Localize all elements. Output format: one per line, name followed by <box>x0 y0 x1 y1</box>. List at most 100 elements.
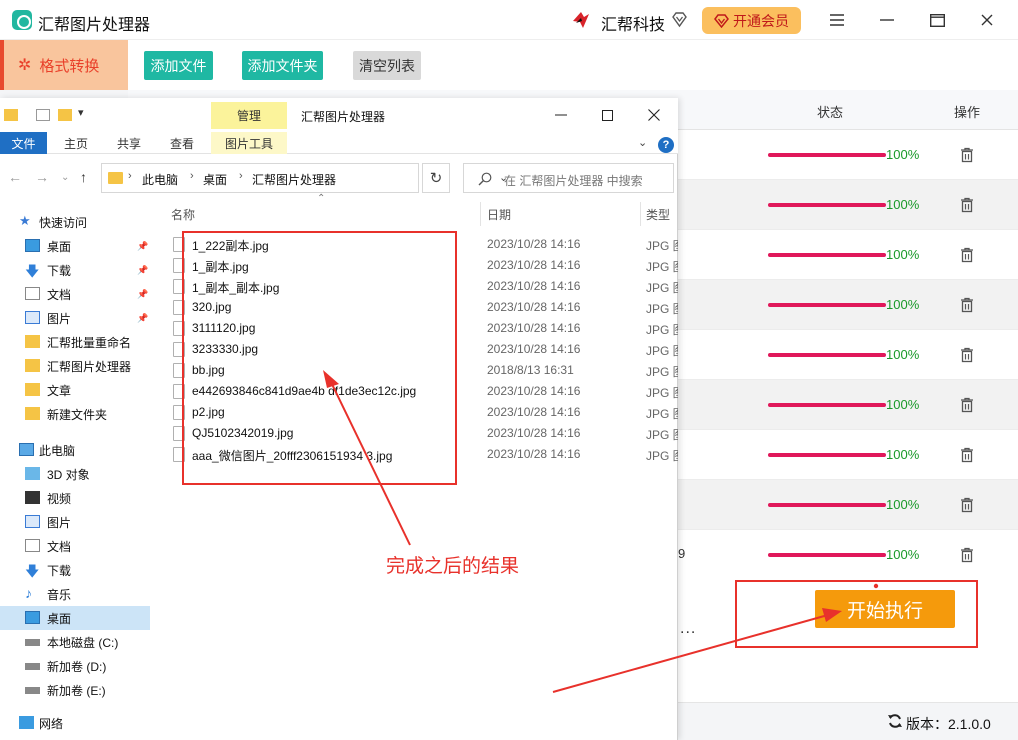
nav-pane-item[interactable]: 本地磁盘 (C:) <box>0 630 150 654</box>
picture-icon <box>25 311 40 324</box>
nav-pane-item[interactable]: 此电脑 <box>0 438 150 462</box>
diamond-icon[interactable] <box>671 11 688 28</box>
folder-icon <box>25 335 40 348</box>
ribbon-tab-file[interactable]: 文件 <box>0 132 47 154</box>
help-icon[interactable]: ? <box>658 137 674 153</box>
nav-pane-item[interactable]: 文档 📌 <box>0 282 150 306</box>
nav-pane-item-label: 快速访问 <box>39 215 88 230</box>
nav-pane-item[interactable]: 桌面 <box>0 606 150 630</box>
add-file-button[interactable]: 添加文件 <box>144 51 213 80</box>
nav-pane-item[interactable]: 文章 <box>0 378 150 402</box>
trash-icon[interactable] <box>960 197 974 213</box>
nav-pane-item[interactable]: 图片 📌 <box>0 306 150 330</box>
ribbon-tab-share[interactable]: 共享 <box>105 132 153 154</box>
document-icon <box>25 287 40 300</box>
maximize-icon[interactable] <box>925 8 949 32</box>
trash-icon[interactable] <box>960 547 974 563</box>
trash-icon[interactable] <box>960 147 974 163</box>
drive-icon <box>25 639 40 646</box>
file-date: 2023/10/28 14:16 <box>487 321 581 335</box>
file-type: JPG 图 <box>646 365 678 379</box>
add-folder-button[interactable]: 添加文件夹 <box>242 51 323 80</box>
trash-icon[interactable] <box>960 297 974 313</box>
nav-pane-item[interactable]: 文档 <box>0 534 150 558</box>
nav-pane-item[interactable]: 3D 对象 <box>0 462 150 486</box>
row-partial-text: 9 <box>678 546 686 561</box>
date-column-header[interactable]: 日期 <box>487 206 511 223</box>
ribbon-expand-icon[interactable]: ⌄ <box>638 136 647 149</box>
breadcrumb-desktop[interactable]: 桌面 <box>203 171 227 188</box>
explorer-refresh-icon[interactable]: ↻ <box>422 163 450 193</box>
forward-arrow-icon[interactable]: → <box>35 169 49 185</box>
column-divider[interactable] <box>640 202 641 226</box>
file-type: JPG 图 <box>646 302 678 316</box>
clear-list-button[interactable]: 清空列表 <box>353 51 421 80</box>
new-folder-icon[interactable] <box>58 109 72 121</box>
back-arrow-icon[interactable]: ← <box>8 169 22 185</box>
nav-pane-item[interactable]: 汇帮图片处理器 <box>0 354 150 378</box>
ribbon-tab-picture-tools[interactable]: 图片工具 <box>211 132 287 154</box>
nav-pane-item[interactable]: 新加卷 (E:) <box>0 678 150 702</box>
file-date: 2023/10/28 14:16 <box>487 426 581 440</box>
file-date: 2023/10/28 14:16 <box>487 384 581 398</box>
search-input[interactable]: 在 汇帮图片处理器 中搜索 <box>463 163 674 193</box>
file-date: 2018/8/13 16:31 <box>487 363 574 377</box>
nav-format-convert[interactable]: ✲ 格式转换 <box>0 40 128 90</box>
file-type: JPG 图 <box>646 281 678 295</box>
nav-pane-item[interactable]: 汇帮批量重命名 <box>0 330 150 354</box>
nav-pane-item[interactable]: ♪ 音乐 <box>0 582 150 606</box>
trash-icon[interactable] <box>960 497 974 513</box>
breadcrumb-this-pc[interactable]: 此电脑 <box>142 171 178 188</box>
ribbon-tab-view[interactable]: 查看 <box>158 132 206 154</box>
nav-pane-item-label: 视频 <box>47 491 72 506</box>
ribbon-tab-home[interactable]: 主页 <box>52 132 100 154</box>
nav-pane-item[interactable]: 图片 <box>0 510 150 534</box>
nav-pane-item-label: 图片 <box>47 311 72 326</box>
nav-pane-item-label: 桌面 <box>47 239 72 254</box>
file-type: JPG 图 <box>646 323 678 337</box>
nav-pane-item[interactable]: 视频 <box>0 486 150 510</box>
download-icon: 🡇 <box>25 563 40 579</box>
nav-pane-item-label: 音乐 <box>47 587 72 602</box>
file-type: JPG 图 <box>646 344 678 358</box>
explorer-close-icon[interactable] <box>639 104 669 126</box>
refresh-icon[interactable] <box>887 713 903 729</box>
menu-icon[interactable] <box>825 8 849 32</box>
type-column-header[interactable]: 类型 <box>646 206 670 223</box>
explorer-minimize-icon[interactable] <box>546 104 576 126</box>
address-bar[interactable]: › 此电脑 › 桌面 › 汇帮图片处理器 ⌄ <box>101 163 508 193</box>
trash-icon[interactable] <box>960 397 974 413</box>
close-icon[interactable] <box>975 8 999 32</box>
properties-icon[interactable] <box>36 109 50 121</box>
nav-pane-item[interactable]: 桌面 📌 <box>0 234 150 258</box>
nav-pane-item[interactable]: 🡇 下载 📌 <box>0 258 150 282</box>
nav-pane-item[interactable]: 新建文件夹 <box>0 402 150 426</box>
nav-pane-item-label: 3D 对象 <box>47 467 90 482</box>
trash-icon[interactable] <box>960 447 974 463</box>
nav-pane-item[interactable]: ★ 快速访问 <box>0 210 150 234</box>
explorer-title: 汇帮图片处理器 <box>301 110 386 124</box>
status-column-header: 状态 <box>817 105 844 120</box>
network-icon <box>19 716 34 729</box>
breadcrumb-current-folder[interactable]: 汇帮图片处理器 <box>252 171 336 188</box>
vip-button[interactable]: 开通会员 <box>702 7 801 34</box>
desktop-icon <box>25 611 40 624</box>
table-row: 100% <box>678 130 1018 180</box>
trash-icon[interactable] <box>960 347 974 363</box>
recent-dropdown-icon[interactable]: ⌄ <box>61 172 69 183</box>
trash-icon[interactable] <box>960 247 974 263</box>
minimize-icon[interactable] <box>875 8 899 32</box>
up-arrow-icon[interactable]: ↑ <box>80 169 87 185</box>
search-icon <box>478 172 492 186</box>
nav-pane-item[interactable]: 网络 <box>0 711 150 735</box>
more-ellipsis[interactable]: ... <box>680 620 696 638</box>
nav-pane-item[interactable]: 🡇 下载 <box>0 558 150 582</box>
manage-tab[interactable]: 管理 <box>211 102 287 129</box>
name-column-header[interactable]: 名称 <box>171 206 195 223</box>
quick-access-dropdown-icon[interactable]: ▾ <box>78 106 84 119</box>
pin-icon: 📌 <box>137 288 149 299</box>
nav-pane-item[interactable]: 新加卷 (D:) <box>0 654 150 678</box>
explorer-maximize-icon[interactable] <box>592 104 622 126</box>
folder-icon <box>25 359 40 372</box>
column-divider[interactable] <box>480 202 481 226</box>
